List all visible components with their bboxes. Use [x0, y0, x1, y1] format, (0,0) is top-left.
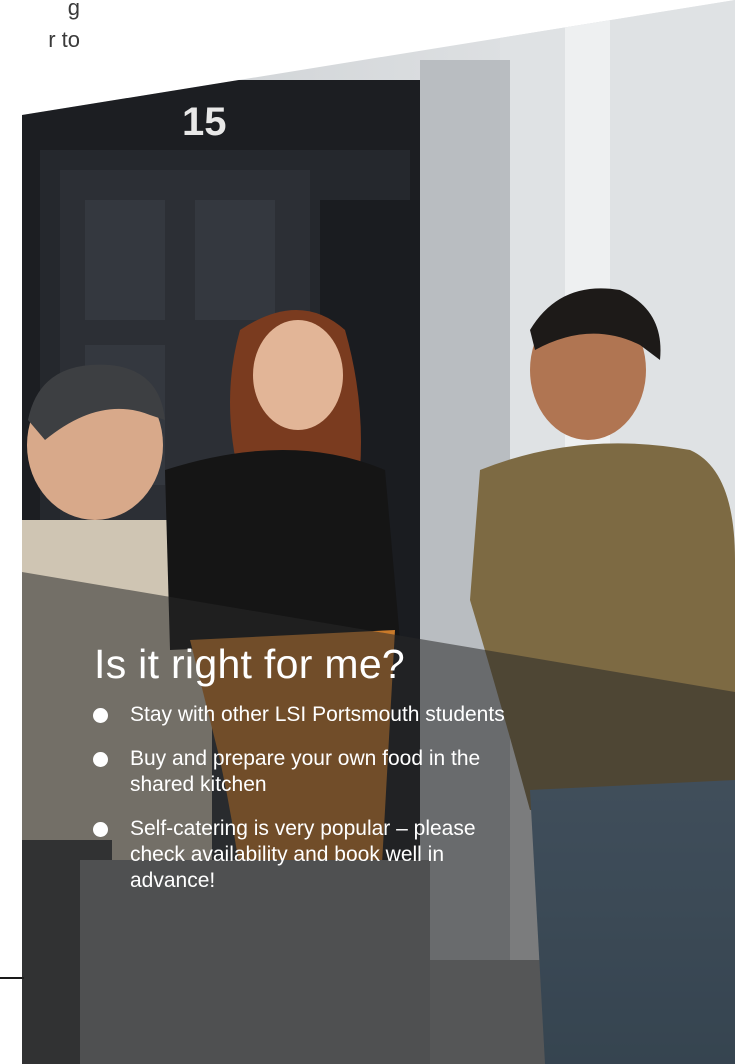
benefit-list: Stay with other LSI Portsmouth students …	[92, 702, 512, 894]
list-item: Stay with other LSI Portsmouth students	[92, 702, 512, 728]
list-item-text: Buy and prepare your own food in the sha…	[130, 747, 481, 796]
left-margin	[0, 0, 22, 1064]
list-item-text: Self-catering is very popular – please c…	[130, 817, 476, 892]
door-number: 15	[182, 100, 227, 144]
frame-line	[0, 977, 24, 979]
bullet-icon	[93, 708, 108, 723]
list-item: Self-catering is very popular – please c…	[92, 816, 512, 894]
suitability-panel: Is it right for me? Stay with other LSI …	[92, 640, 512, 912]
list-item-text: Stay with other LSI Portsmouth students	[130, 703, 505, 726]
bullet-icon	[93, 752, 108, 767]
bullet-icon	[93, 822, 108, 837]
section-title: Is it right for me?	[94, 641, 406, 687]
list-item: Buy and prepare your own food in the sha…	[92, 746, 512, 798]
